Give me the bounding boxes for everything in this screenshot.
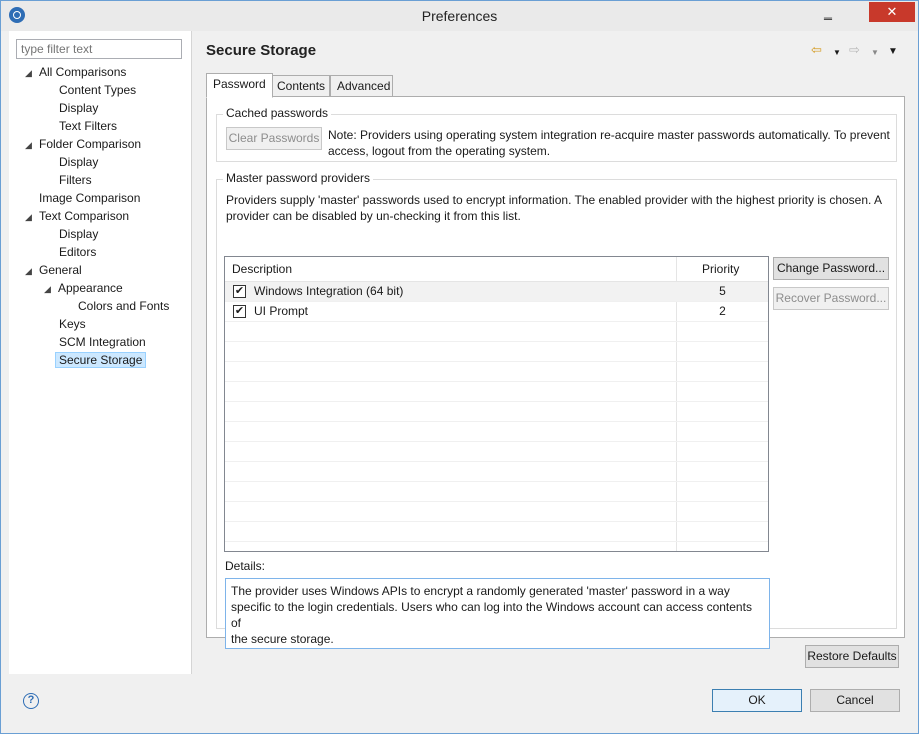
tree-item-display[interactable]: Display — [59, 225, 98, 243]
tree-item-display[interactable]: Display — [59, 99, 98, 117]
cached-note: Note: Providers using operating system i… — [328, 128, 890, 158]
expand-triangle-icon[interactable]: ◢ — [44, 280, 58, 298]
window-title: Preferences — [421, 8, 498, 24]
close-button[interactable]: ✕ — [869, 2, 915, 22]
empty-row — [225, 422, 768, 442]
tree-item-all-comparisons[interactable]: ◢ All Comparisons — [25, 63, 126, 81]
empty-row — [225, 502, 768, 522]
tree-item-keys[interactable]: Keys — [59, 315, 86, 333]
empty-row — [225, 322, 768, 342]
empty-row — [225, 382, 768, 402]
empty-row — [225, 482, 768, 502]
minimize-button[interactable]: ‗ — [821, 5, 835, 23]
empty-row — [225, 362, 768, 382]
tab-advanced[interactable]: Advanced — [330, 75, 393, 97]
forward-arrow-icon[interactable]: ⇨ — [849, 43, 860, 57]
title-bar: Preferences ‗ ✕ — [1, 1, 918, 31]
table-row[interactable]: ✔ UI Prompt 2 — [225, 302, 768, 322]
tree-item-general[interactable]: ◢ General — [25, 261, 82, 279]
tree-item-folder-comparison[interactable]: ◢ Folder Comparison — [25, 135, 141, 153]
tree-item-scm-integration[interactable]: SCM Integration — [59, 333, 146, 351]
cached-passwords-title: Cached passwords — [223, 106, 332, 120]
tab-password[interactable]: Password — [206, 73, 273, 98]
tree-item-colors-and-fonts[interactable]: Colors and Fonts — [78, 297, 169, 315]
preference-page: Secure Storage ⇦ ▼ ⇨ ▼ ▼ Password Conten… — [193, 31, 918, 674]
tree-item-editors[interactable]: Editors — [59, 243, 96, 261]
expand-triangle-icon[interactable]: ◢ — [25, 64, 39, 82]
empty-row — [225, 462, 768, 482]
table-header: Description Priority — [225, 257, 768, 282]
column-header-description[interactable]: Description — [232, 262, 292, 276]
tree-item-display[interactable]: Display — [59, 153, 98, 171]
preferences-window: Preferences ‗ ✕ ◢All Comparisons Content… — [0, 0, 919, 734]
ok-button[interactable]: OK — [712, 689, 802, 712]
clear-passwords-button[interactable]: Clear Passwords — [226, 127, 322, 150]
tree-item-appearance[interactable]: ◢ Appearance — [44, 279, 123, 297]
expand-triangle-icon[interactable]: ◢ — [25, 208, 39, 226]
restore-defaults-button[interactable]: Restore Defaults — [805, 645, 899, 668]
empty-row — [225, 442, 768, 462]
empty-row — [225, 402, 768, 422]
forward-dropdown-icon[interactable]: ▼ — [871, 46, 879, 60]
tab-contents[interactable]: Contents — [270, 75, 330, 97]
cached-passwords-group: Cached passwords Clear Passwords Note: P… — [216, 106, 897, 162]
empty-row — [225, 342, 768, 362]
view-menu-icon[interactable]: ▼ — [888, 45, 898, 59]
tree-item-image-comparison[interactable]: Image Comparison — [39, 189, 140, 207]
password-tab-panel: Cached passwords Clear Passwords Note: P… — [206, 96, 905, 649]
table-row[interactable]: ✔ Windows Integration (64 bit) 5 — [225, 282, 768, 302]
tree-item-text-filters[interactable]: Text Filters — [59, 117, 117, 135]
help-icon[interactable]: ? — [23, 693, 39, 709]
tree-item-text-comparison[interactable]: ◢ Text Comparison — [25, 207, 129, 225]
back-dropdown-icon[interactable]: ▼ — [833, 46, 841, 60]
change-password-button[interactable]: Change Password... — [773, 257, 889, 280]
tree-item-secure-storage[interactable]: Secure Storage — [55, 351, 147, 369]
empty-row — [225, 522, 768, 542]
filter-input[interactable] — [16, 39, 182, 59]
expand-triangle-icon[interactable]: ◢ — [25, 262, 39, 280]
details-text-box[interactable]: The provider uses Windows APIs to encryp… — [225, 578, 770, 649]
details-label: Details: — [225, 559, 266, 573]
checkbox-checked-icon[interactable]: ✔ — [233, 285, 246, 298]
recover-password-button[interactable]: Recover Password... — [773, 287, 889, 310]
page-title: Secure Storage — [206, 42, 317, 59]
providers-description: Providers supply 'master' passwords used… — [226, 193, 883, 223]
cancel-button[interactable]: Cancel — [810, 689, 900, 712]
preference-tree-pane: ◢All Comparisons Content Types Display T… — [9, 31, 192, 674]
master-providers-title: Master password providers — [223, 171, 374, 185]
checkbox-checked-icon[interactable]: ✔ — [233, 305, 246, 318]
providers-table: Description Priority ✔ Windows Integrati… — [224, 256, 769, 552]
back-arrow-icon[interactable]: ⇦ — [811, 43, 822, 57]
expand-triangle-icon[interactable]: ◢ — [25, 136, 39, 154]
tree-item-content-types[interactable]: Content Types — [59, 81, 136, 99]
column-header-priority[interactable]: Priority — [702, 262, 739, 276]
tree-item-filters[interactable]: Filters — [59, 171, 92, 189]
